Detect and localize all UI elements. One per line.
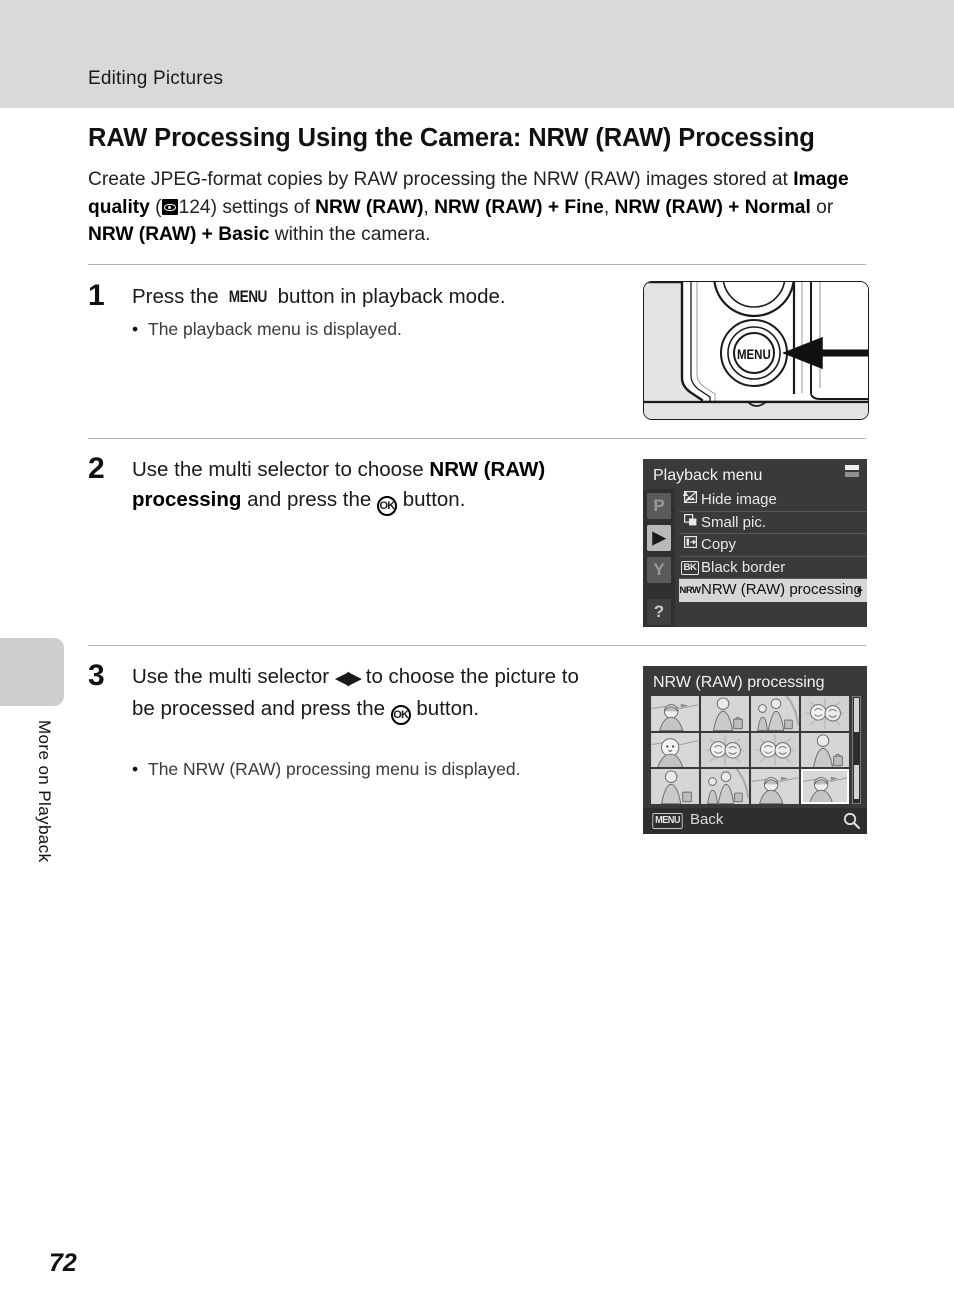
separator-above-step-3 xyxy=(88,645,866,646)
nrw-icon: NRW xyxy=(679,585,701,596)
intro-ref-page: 124 xyxy=(178,196,211,218)
intro-separator-2: , xyxy=(603,196,615,218)
intro-text-1: Create JPEG-format copies by RAW process… xyxy=(88,169,794,190)
sidebar-item-setup[interactable]: Y xyxy=(647,557,671,583)
back-label: Back xyxy=(690,811,724,828)
menu-item-black-border-label: Black border xyxy=(701,558,786,576)
intro-option-3: NRW (RAW) + Normal xyxy=(614,196,811,218)
chapter-tab-label: More on Playback xyxy=(35,720,54,863)
menu-button-glyph: MENU xyxy=(229,287,268,306)
thumbnail-item-selected[interactable] xyxy=(801,769,849,804)
running-header-band xyxy=(0,0,954,108)
step-2-text-a: Use the multi selector to choose xyxy=(132,458,430,481)
intro-option-2: NRW (RAW) + Fine xyxy=(434,196,604,218)
step-3-bullet: • The NRW (RAW) processing menu is displa… xyxy=(132,757,632,782)
menu-item-copy[interactable]: Copy xyxy=(679,534,867,557)
menu-item-nrw-raw-processing[interactable]: NRWNRW (RAW) processing ▸ xyxy=(679,579,867,602)
menu-item-nrw-arrow-icon: ▸ xyxy=(857,584,863,596)
ok-button-glyph: OK xyxy=(377,496,397,516)
intro-option-4: NRW (RAW) + Basic xyxy=(88,224,270,245)
step-2-text-c: button. xyxy=(397,488,466,511)
menu-tab-rail: P ▶ Y ? xyxy=(643,489,675,627)
thumbnail-item[interactable] xyxy=(651,696,699,731)
camera-illustration-svg: MENU xyxy=(644,282,868,419)
magnifier-icon[interactable] xyxy=(843,812,861,830)
nrw-screen-title: NRW (RAW) processing xyxy=(653,674,825,691)
sidebar-item-shooting-mode[interactable]: P xyxy=(647,493,671,519)
step-3-text-a: Use the multi selector xyxy=(132,665,335,688)
thumbnail-item[interactable] xyxy=(701,696,749,731)
step-1-number: 1 xyxy=(88,279,105,312)
step-2-number: 2 xyxy=(88,452,105,485)
step-3-number: 3 xyxy=(88,659,105,692)
copy-icon xyxy=(679,534,701,557)
thumbnail-item[interactable] xyxy=(751,696,799,731)
intro-text-2: ) settings of xyxy=(210,196,316,218)
thumbnail-item[interactable] xyxy=(651,732,699,768)
step-1-text-before: Press the xyxy=(132,285,225,308)
step-2-text-b: and press the xyxy=(241,488,377,511)
hide-image-icon xyxy=(679,489,701,512)
intro-text-3: within the camera. xyxy=(269,224,431,245)
bullet-dot: • xyxy=(132,759,139,779)
step-3-text: Use the multi selector ◀▶ to choose the … xyxy=(132,662,594,725)
chapter-tab-marker xyxy=(0,638,64,706)
camera-rear-illustration: MENU xyxy=(643,281,869,420)
step-3-text-c: button. xyxy=(410,697,480,720)
thumbnail-item[interactable] xyxy=(651,769,699,804)
ok-button-glyph-step3: OK xyxy=(390,705,411,725)
separator-above-step-1 xyxy=(88,264,866,265)
menu-page-indicator-icon xyxy=(845,465,859,477)
thumbnail-item[interactable] xyxy=(751,769,799,804)
intro-separator-3: or xyxy=(810,196,834,218)
menu-button-text: MENU xyxy=(737,346,771,362)
menu-item-hide-image-label: Hide image xyxy=(701,491,777,508)
step-1-bullet-text: The playback menu is displayed. xyxy=(148,319,402,339)
menu-item-copy-label: Copy xyxy=(701,536,737,553)
scrollbar-thumb-top[interactable] xyxy=(854,698,859,732)
sidebar-item-playback[interactable]: ▶ xyxy=(647,525,671,551)
playback-menu-screen: Playback menu P ▶ Y ? ▲ Hide image Small… xyxy=(643,459,867,627)
thumbnail-grid xyxy=(651,696,849,804)
separator-above-step-2 xyxy=(88,438,866,439)
black-border-icon: BK xyxy=(679,557,701,580)
sidebar-item-help[interactable]: ? xyxy=(647,599,671,625)
step-1-text: Press the MENU button in playback mode. xyxy=(132,282,622,312)
step-2-text: Use the multi selector to choose NRW (RA… xyxy=(132,455,624,516)
thumbnail-item[interactable] xyxy=(801,732,849,768)
nrw-thumbnail-screen: NRW (RAW) processing MENU Back xyxy=(643,666,867,834)
reference-eye-icon xyxy=(161,198,178,215)
menu-item-small-pic-label: Small pic. xyxy=(701,513,767,531)
intro-paragraph: Create JPEG-format copies by RAW process… xyxy=(88,169,849,245)
section-title: Editing Pictures xyxy=(88,68,224,89)
step-1-bullet: • The playback menu is displayed. xyxy=(132,317,612,342)
thumbnail-item[interactable] xyxy=(701,732,749,768)
thumbnail-item[interactable] xyxy=(801,696,849,731)
black-border-badge-text: BK xyxy=(680,560,700,575)
step-3-bullet-text: The NRW (RAW) processing menu is display… xyxy=(148,759,521,779)
nrw-screen-bottom-bar: MENU Back xyxy=(643,808,867,834)
thumbnail-scrollbar[interactable] xyxy=(852,696,861,804)
menu-item-small-pic[interactable]: Small pic. xyxy=(679,512,867,535)
intro-option-1: NRW (RAW) xyxy=(315,196,424,218)
playback-menu-list: Hide image Small pic. Copy BK Black borde… xyxy=(679,489,867,602)
intro-separator-1: , xyxy=(423,196,435,218)
page-title: RAW Processing Using the Camera: NRW (RA… xyxy=(88,124,815,152)
playback-menu-title: Playback menu xyxy=(653,467,763,484)
thumbnail-item[interactable] xyxy=(701,769,749,804)
step-1-text-after: button in playback mode. xyxy=(271,285,506,308)
menu-item-hide-image[interactable]: Hide image xyxy=(679,489,867,512)
thumbnail-item[interactable] xyxy=(751,732,799,768)
small-picture-icon xyxy=(679,512,701,535)
scrollbar-thumb-bottom[interactable] xyxy=(854,765,859,799)
menu-item-black-border[interactable]: BK Black border xyxy=(679,557,867,580)
menu-item-nrw-label: NRW (RAW) processing xyxy=(701,581,862,598)
menu-badge-icon: MENU xyxy=(652,813,683,829)
page-number: 72 xyxy=(49,1249,77,1277)
bullet-dot: • xyxy=(132,319,139,339)
multi-selector-left-right-icon: ◀▶ xyxy=(334,668,362,689)
